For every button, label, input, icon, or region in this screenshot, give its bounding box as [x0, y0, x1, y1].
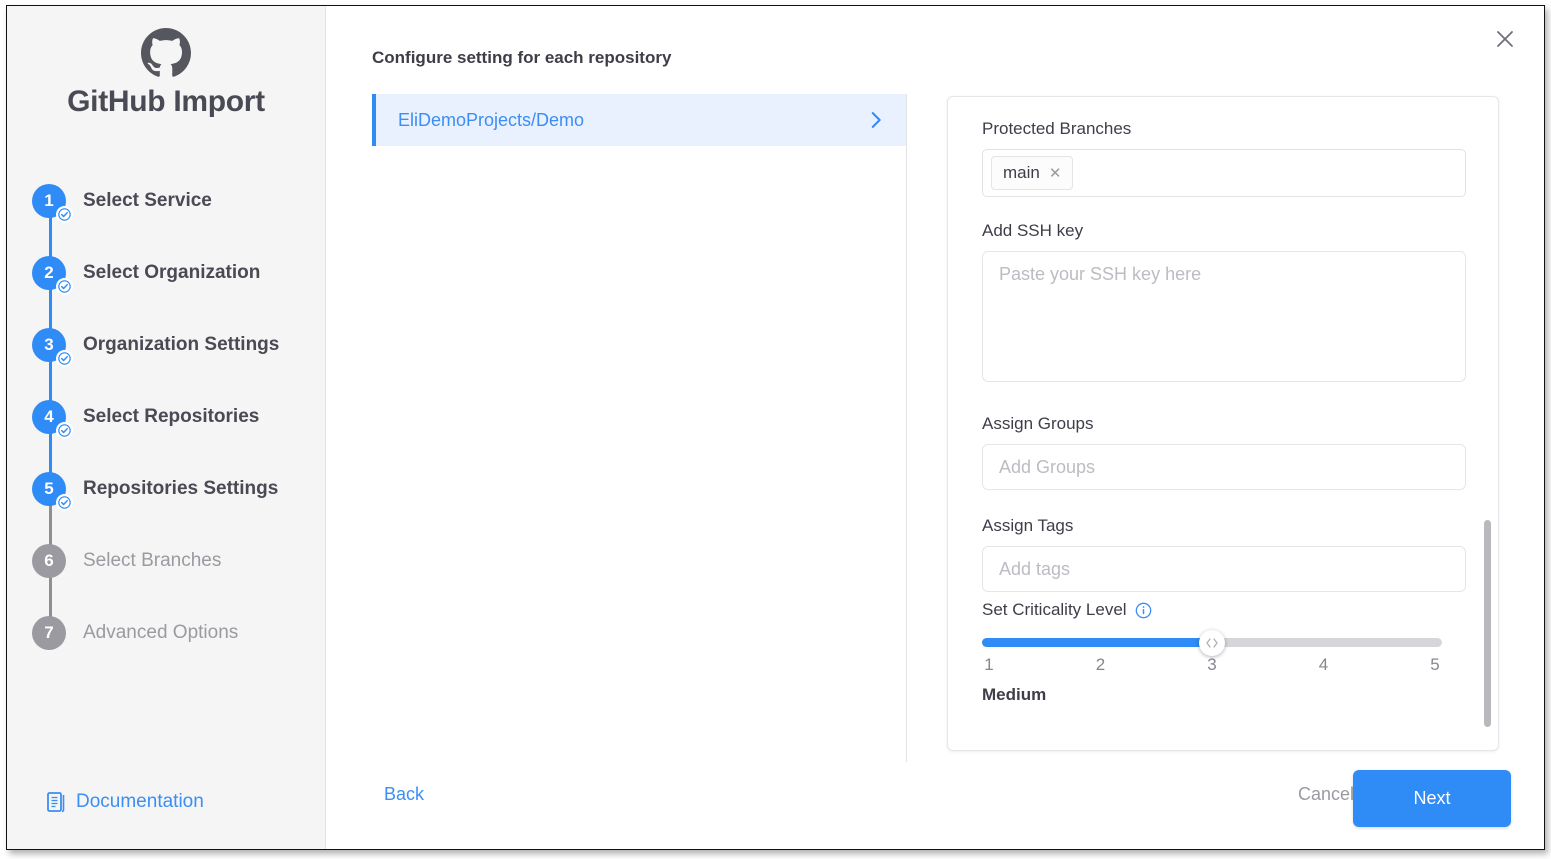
step-label-5: Repositories Settings	[83, 478, 279, 499]
step-number: 2	[44, 263, 54, 282]
sidebar-step-5[interactable]: 5 Repositories Settings	[29, 472, 319, 566]
main-panel: Configure setting for each repository El…	[326, 6, 1544, 849]
documentation-label: Documentation	[76, 791, 204, 812]
assign-tags-input[interactable]	[982, 546, 1466, 592]
sidebar-step-1[interactable]: 1 Select Service	[29, 184, 319, 278]
slider-tick: 5	[1430, 655, 1440, 674]
sidebar-step-4[interactable]: 4 Select Repositories	[29, 400, 319, 494]
step-label-6: Select Branches	[83, 550, 222, 571]
cancel-button[interactable]: Cancel	[1298, 784, 1354, 805]
step-badge-2: 2	[32, 256, 73, 295]
step-number: 3	[44, 335, 54, 354]
slider-track[interactable]	[982, 630, 1442, 656]
slider-tick: 3	[1207, 655, 1217, 674]
branch-chip-label: main	[1003, 163, 1040, 182]
step-number: 5	[44, 479, 54, 498]
step-badge-1: 1	[32, 184, 73, 223]
brand-title: GitHub Import	[67, 85, 265, 118]
repository-name: EliDemoProjects/Demo	[398, 109, 585, 130]
settings-form: Protected Branches main ✕ Add SSH key As…	[948, 97, 1498, 705]
assign-groups-label: Assign Groups	[982, 414, 1094, 433]
ssh-key-input[interactable]	[982, 251, 1466, 382]
check-icon	[56, 206, 73, 223]
check-icon	[56, 278, 73, 295]
github-import-dialog: GitHub Import 1 Select Service 2 Select …	[6, 5, 1545, 850]
page-title: Configure setting for each repository	[372, 48, 672, 67]
check-icon	[56, 422, 73, 439]
criticality-header: Set Criticality Level	[982, 600, 1466, 620]
criticality-label: Set Criticality Level	[982, 600, 1127, 619]
brand: GitHub Import	[7, 6, 325, 122]
step-number: 1	[44, 191, 54, 210]
criticality-slider[interactable]: 1 2 3 4 5 Medium	[982, 630, 1442, 705]
panel-divider	[906, 94, 907, 762]
chevron-right-icon	[871, 112, 881, 128]
step-label-3: Organization Settings	[83, 334, 280, 355]
check-icon	[56, 494, 73, 511]
step-badge-4: 4	[32, 400, 73, 439]
repository-settings-card: Protected Branches main ✕ Add SSH key As…	[947, 96, 1499, 751]
github-icon	[141, 28, 191, 77]
step-badge-5: 5	[32, 472, 73, 511]
step-label-7: Advanced Options	[83, 622, 239, 643]
step-label-1: Select Service	[83, 190, 212, 211]
protected-branches-field[interactable]: main ✕	[982, 149, 1466, 197]
step-number: 6	[44, 551, 54, 570]
sidebar-step-6[interactable]: 6 Select Branches	[29, 544, 319, 638]
branch-chip: main ✕	[991, 156, 1074, 190]
assign-tags-label: Assign Tags	[982, 516, 1074, 535]
close-icon	[1497, 31, 1513, 47]
close-button[interactable]	[1490, 24, 1520, 54]
assign-groups-input[interactable]	[982, 444, 1466, 490]
slider-thumb[interactable]	[1199, 630, 1225, 656]
step-number: 7	[44, 623, 54, 642]
repository-list: EliDemoProjects/Demo	[372, 94, 907, 146]
step-label-4: Select Repositories	[83, 406, 260, 427]
next-button[interactable]: Next	[1353, 770, 1511, 827]
repository-list-item[interactable]: EliDemoProjects/Demo	[372, 94, 907, 146]
step-badge-6: 6	[32, 544, 66, 578]
sidebar: GitHub Import 1 Select Service 2 Select …	[7, 6, 326, 849]
step-label-2: Select Organization	[83, 262, 261, 283]
settings-scrollbar[interactable]	[1484, 520, 1491, 727]
slider-fill	[982, 638, 1212, 647]
documentation-link[interactable]: Documentation	[47, 791, 204, 813]
step-badge-3: 3	[32, 328, 73, 367]
branch-chip-remove-icon[interactable]: ✕	[1049, 166, 1062, 181]
slider-tick-labels: 1 2 3 4 5	[982, 655, 1442, 675]
ssh-key-label: Add SSH key	[982, 221, 1084, 240]
sidebar-step-2[interactable]: 2 Select Organization	[29, 256, 319, 350]
check-icon	[56, 350, 73, 367]
step-number: 4	[44, 407, 54, 426]
left-right-arrows-icon	[1206, 638, 1218, 648]
slider-tick: 4	[1318, 655, 1329, 674]
back-button[interactable]: Back	[384, 784, 424, 805]
step-badge-7: 7	[32, 616, 66, 650]
step-list: 1 Select Service 2 Select Organization 3…	[29, 184, 319, 688]
info-icon[interactable]	[1135, 602, 1152, 619]
slider-tick: 1	[984, 655, 994, 674]
sidebar-step-7[interactable]: 7 Advanced Options	[29, 616, 319, 688]
criticality-value-label: Medium	[982, 685, 1047, 704]
slider-tick: 2	[1095, 655, 1106, 674]
document-icon	[47, 792, 65, 813]
sidebar-step-3[interactable]: 3 Organization Settings	[29, 328, 319, 422]
protected-branches-label: Protected Branches	[982, 119, 1132, 138]
